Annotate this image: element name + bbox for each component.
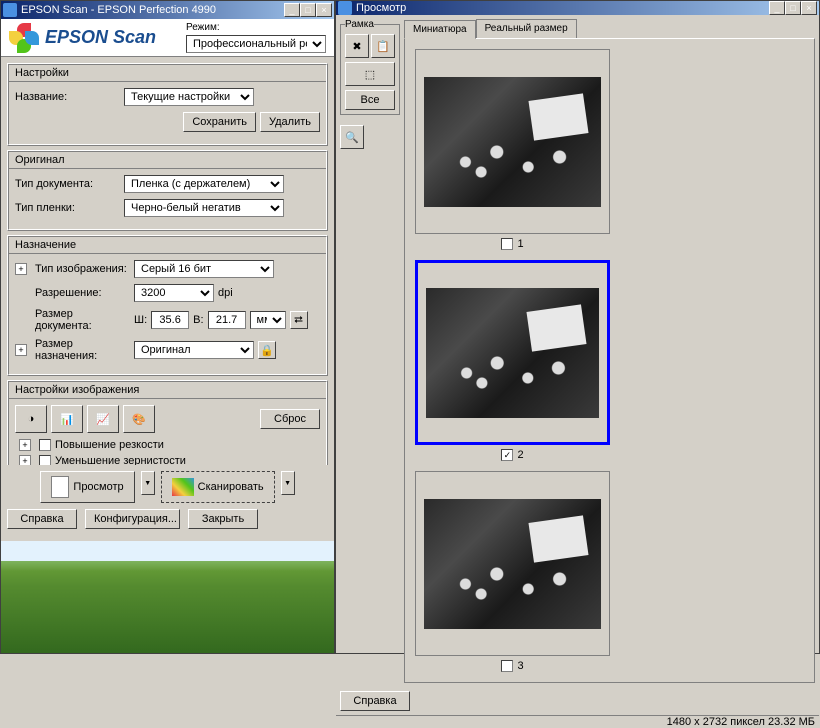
densitometer-icon[interactable]: 🔍 — [340, 125, 364, 149]
histogram-icon[interactable]: 📊 — [51, 405, 83, 433]
expand-sharpen[interactable]: + — [19, 439, 31, 451]
epson-scan-window: EPSON Scan - EPSON Perfection 4990 _ □ ×… — [0, 0, 335, 654]
unit-select[interactable]: мм — [250, 311, 286, 329]
frame-delete-icon[interactable]: ✖ — [345, 34, 369, 58]
frame-duplicate-icon[interactable]: 📋 — [371, 34, 395, 58]
thumb-image-2 — [426, 288, 599, 418]
preview-help-button[interactable]: Справка — [340, 691, 410, 711]
settings-name-select[interactable]: Текущие настройки — [124, 88, 254, 106]
epson-logo-icon — [9, 23, 39, 53]
doc-type-select[interactable]: Пленка (с держателем) — [124, 175, 284, 193]
preview-app-icon — [338, 1, 352, 15]
scan-button[interactable]: Сканировать — [161, 471, 275, 503]
reset-button[interactable]: Сброс — [260, 409, 320, 429]
preview-titlebar[interactable]: Просмотр _ □ × — [336, 1, 819, 15]
minimize-button[interactable]: _ — [284, 3, 300, 17]
width-input[interactable] — [151, 311, 189, 329]
frame-legend: Рамка — [345, 19, 374, 30]
preview-window-title: Просмотр — [356, 2, 769, 14]
adjustments-group: Настройки изображения ◑ 📊 📈 🎨 Сброс + По… — [7, 380, 328, 465]
original-title: Оригинал — [9, 152, 326, 169]
expand-dest-size[interactable]: + — [15, 344, 27, 356]
thumbnail-1[interactable] — [415, 49, 610, 234]
thumb-3-checkbox[interactable] — [501, 660, 513, 672]
frame-auto-icon[interactable]: ⬚ — [345, 62, 395, 86]
preview-minimize-button[interactable]: _ — [769, 1, 785, 15]
thumb-1-checkbox[interactable] — [501, 238, 513, 250]
save-button[interactable]: Сохранить — [183, 112, 256, 132]
maximize-button[interactable]: □ — [300, 3, 316, 17]
w-label: Ш: — [134, 314, 147, 326]
thumbnail-3[interactable] — [415, 471, 610, 656]
thumb-2-num: 2 — [517, 449, 523, 461]
lock-button[interactable]: 🔒 — [258, 341, 276, 359]
titlebar[interactable]: EPSON Scan - EPSON Perfection 4990 _ □ × — [1, 1, 334, 19]
image-type-select[interactable]: Серый 16 бит — [134, 260, 274, 278]
preview-tabs: Миниатюра Реальный размер — [404, 19, 815, 38]
settings-title: Настройки — [9, 65, 326, 82]
thumb-3-num: 3 — [517, 660, 523, 672]
document-icon — [51, 476, 69, 498]
dpi-label: dpi — [218, 287, 233, 299]
sharpen-label: Повышение резкости — [55, 439, 164, 451]
settings-group: Настройки Название: Текущие настройки Со… — [7, 63, 328, 146]
thumbnail-2[interactable] — [415, 260, 610, 445]
auto-exposure-icon[interactable]: ◑ — [15, 405, 47, 433]
resolution-select[interactable]: 3200 — [134, 284, 214, 302]
close-panel-button[interactable]: Закрыть — [188, 509, 258, 529]
film-type-select[interactable]: Черно-белый негатив — [124, 199, 284, 217]
thumb-image-3 — [424, 499, 601, 629]
mode-select[interactable]: Профессиональный режим — [186, 35, 326, 53]
adjustments-title: Настройки изображения — [9, 382, 326, 399]
close-button[interactable]: × — [316, 3, 332, 17]
tone-curve-icon[interactable]: 📈 — [87, 405, 119, 433]
header: EPSON Scan Режим: Профессиональный режим — [1, 19, 334, 57]
thumbnails-area: 1 2 — [404, 38, 815, 683]
app-icon — [3, 3, 17, 17]
thumb-1-num: 1 — [517, 238, 523, 250]
scan-dropdown[interactable]: ▼ — [281, 471, 295, 495]
config-button[interactable]: Конфигурация... — [85, 509, 180, 529]
doc-size-label: Размер документа: — [35, 308, 130, 332]
height-input[interactable] — [208, 311, 246, 329]
preview-window: Просмотр _ □ × Рамка ✖ 📋 ⬚ Все 🔍 — [335, 0, 820, 654]
destination-group: Назначение + Тип изображения: Серый 16 б… — [7, 235, 328, 376]
tab-thumbnail[interactable]: Миниатюра — [404, 20, 476, 39]
thumb-image-1 — [424, 77, 601, 207]
resolution-label: Разрешение: — [35, 287, 130, 299]
wallpaper-grass — [1, 541, 334, 653]
destination-title: Назначение — [9, 237, 326, 254]
name-label: Название: — [15, 91, 120, 103]
h-label: В: — [193, 314, 203, 326]
color-balance-icon[interactable]: 🎨 — [123, 405, 155, 433]
scan-icon — [172, 478, 194, 496]
expand-image-type[interactable]: + — [15, 263, 27, 275]
orientation-button[interactable]: ⮂ — [290, 311, 308, 329]
preview-close-button[interactable]: × — [801, 1, 817, 15]
preview-button[interactable]: Просмотр — [40, 471, 134, 503]
grain-label: Уменьшение зернистости — [55, 455, 186, 465]
image-type-label: Тип изображения: — [35, 263, 130, 275]
thumb-2-checkbox[interactable] — [501, 449, 513, 461]
dest-size-label: Размер назначения: — [35, 338, 130, 362]
mode-label: Режим: — [186, 22, 326, 33]
help-button[interactable]: Справка — [7, 509, 77, 529]
grain-checkbox[interactable] — [39, 455, 51, 465]
status-bar: 1480 x 2732 пиксел 23.32 МБ — [336, 715, 819, 728]
expand-grain[interactable]: + — [19, 455, 31, 465]
window-title: EPSON Scan - EPSON Perfection 4990 — [21, 4, 284, 16]
doc-type-label: Тип документа: — [15, 178, 120, 190]
preview-maximize-button[interactable]: □ — [785, 1, 801, 15]
sharpen-checkbox[interactable] — [39, 439, 51, 451]
preview-dropdown[interactable]: ▼ — [141, 471, 155, 495]
status-text: 1480 x 2732 пиксел 23.32 МБ — [667, 716, 815, 728]
logo-text: EPSON Scan — [45, 27, 186, 48]
original-group: Оригинал Тип документа: Пленка (с держат… — [7, 150, 328, 231]
frame-panel: Рамка ✖ 📋 ⬚ Все 🔍 — [340, 19, 400, 683]
dest-size-select[interactable]: Оригинал — [134, 341, 254, 359]
delete-button[interactable]: Удалить — [260, 112, 320, 132]
all-frames-button[interactable]: Все — [345, 90, 395, 110]
tab-real-size[interactable]: Реальный размер — [476, 19, 577, 38]
film-type-label: Тип пленки: — [15, 202, 120, 214]
